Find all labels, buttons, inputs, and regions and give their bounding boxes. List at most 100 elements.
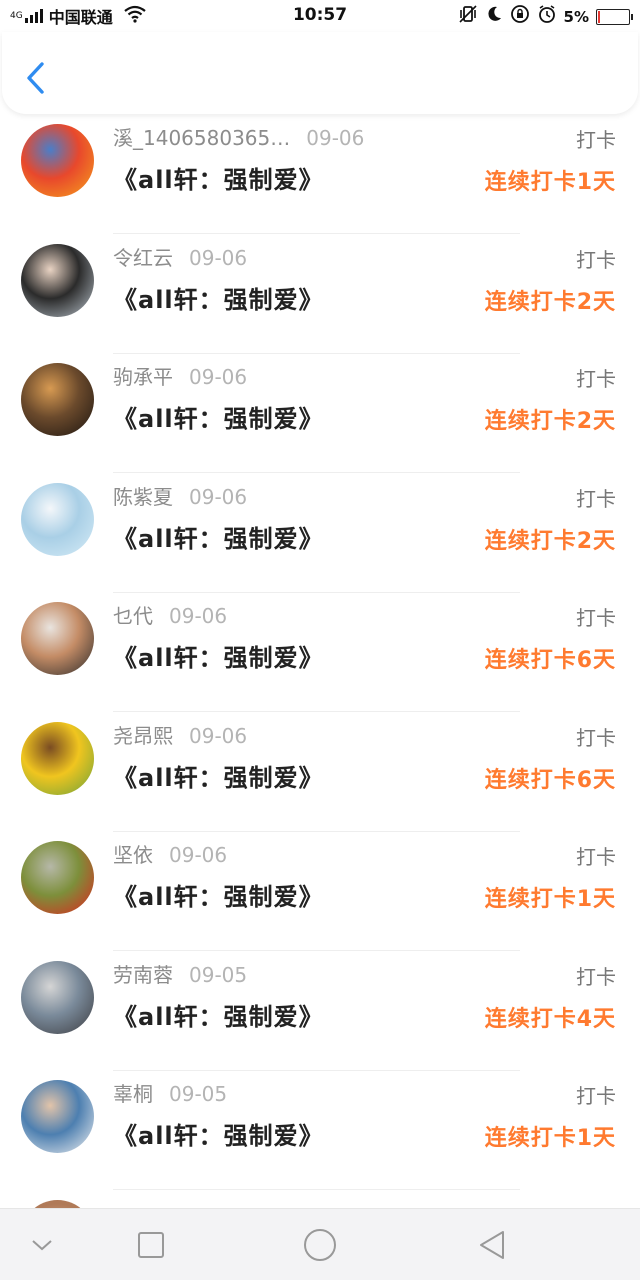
name-date-line: 乜代 09-06 — [113, 600, 227, 629]
streak-label: 连续打卡4天 — [484, 1006, 616, 1032]
name-date-line: 尧昂熙 09-06 — [113, 720, 247, 749]
checkin-date: 09-06 — [169, 604, 228, 628]
signal-icon — [24, 9, 43, 23]
checkin-label: 打卡 — [576, 964, 616, 989]
book-title[interactable]: 《all轩：强制爱》 — [113, 877, 324, 912]
book-title[interactable]: 《all轩：强制爱》 — [113, 758, 324, 793]
checkin-date: 09-05 — [189, 962, 248, 987]
chevron-down-icon — [32, 1240, 52, 1251]
vibrate-icon — [458, 4, 478, 29]
status-left: 4G 中国联通 — [10, 4, 240, 28]
checkin-label: 打卡 — [576, 367, 616, 391]
chevron-left-icon — [27, 62, 44, 94]
name-date-line: 驹承平 09-06 — [113, 361, 247, 390]
streak-label: 连续打卡6天 — [484, 767, 616, 793]
book-title[interactable]: 《all轩：强制爱》 — [113, 997, 324, 1032]
checkin-label: 打卡 — [576, 486, 616, 511]
avatar[interactable] — [21, 1080, 94, 1153]
user-name[interactable]: 坚依 — [113, 839, 153, 868]
checkin-label: 打卡 — [576, 1084, 616, 1108]
streak-label: 连续打卡2天 — [484, 289, 616, 315]
book-title[interactable]: 《all轩：强制爱》 — [113, 519, 324, 554]
checkin-label: 打卡 — [576, 247, 616, 272]
list-item[interactable]: 乜代 09-06 《all轩：强制爱》 打卡连续打卡6天 — [0, 592, 640, 712]
checkin-date: 09-06 — [189, 484, 248, 509]
list-item[interactable]: 令红云 09-06 《all轩：强制爱》 打卡连续打卡2天 — [0, 234, 640, 354]
avatar[interactable] — [21, 1199, 94, 1208]
list-item[interactable]: 溪_1406580365… 09-06 《all轩：强制爱》 打卡连续打卡1天 — [0, 114, 640, 234]
avatar[interactable] — [21, 243, 94, 317]
checkin-date: 09-06 — [169, 843, 228, 867]
book-title[interactable]: 《all轩：强制爱》 — [113, 638, 324, 673]
user-name[interactable]: 溪_1406580365… — [113, 122, 290, 151]
checkin-label: 打卡 — [576, 725, 616, 750]
book-title[interactable]: 《all轩：强制爱》 — [113, 160, 324, 195]
user-name[interactable]: 辜桐 — [113, 1078, 153, 1107]
home-button[interactable] — [300, 1225, 340, 1265]
rotation-lock-icon — [510, 4, 530, 29]
book-title[interactable]: 《all轩：强制爱》 — [113, 1116, 324, 1151]
back-triangle-icon — [480, 1231, 504, 1259]
avatar[interactable] — [21, 721, 94, 795]
collapse-nav-button[interactable] — [22, 1225, 62, 1265]
name-date-line: 劳南蓉 09-05 — [113, 959, 247, 988]
header — [2, 32, 638, 114]
alarm-icon — [537, 4, 557, 29]
name-date-line: 陈紫夏 09-06 — [113, 481, 247, 510]
list-item[interactable]: 尧昂熙 09-06 《all轩：强制爱》 打卡连续打卡6天 — [0, 712, 640, 832]
checkin-label: 打卡 — [576, 845, 616, 869]
recent-apps-button[interactable] — [131, 1225, 171, 1265]
list-item[interactable]: 陈紫夏 09-06 《all轩：强制爱》 打卡连续打卡2天 — [0, 473, 640, 593]
checkin-date: 09-05 — [169, 1082, 228, 1106]
checkin-list: 溪_1406580365… 09-06 《all轩：强制爱》 打卡 连续打卡1天 令红云 0… — [0, 114, 640, 1208]
list-item[interactable]: 坚依 09-06 《all轩：强制爱》 打卡连续打卡1天 — [0, 831, 640, 951]
status-bar: 4G 中国联通 10:57 5% — [0, 0, 640, 32]
list-item[interactable]: 劳南蓉 09-05 《all轩：强制爱》 打卡连续打卡4天 — [0, 951, 640, 1071]
checkin-date: 09-06 — [306, 126, 365, 150]
network-type: 4G — [10, 10, 23, 21]
name-date-line: 辜桐 09-05 — [113, 1078, 227, 1107]
streak-label: 连续打卡1天 — [484, 170, 616, 195]
user-name[interactable]: 乜代 — [113, 600, 153, 629]
user-name[interactable]: 令红云 — [113, 242, 173, 271]
avatar[interactable] — [21, 363, 94, 436]
name-date-line: 溪_1406580365… 09-06 — [113, 122, 364, 151]
wifi-icon — [123, 5, 147, 27]
battery-icon — [596, 8, 633, 25]
moon-icon — [485, 5, 503, 28]
avatar[interactable] — [21, 960, 94, 1034]
system-nav-bar — [0, 1208, 640, 1280]
home-icon — [304, 1229, 336, 1261]
avatar[interactable] — [21, 482, 94, 556]
checkin-date: 09-06 — [189, 365, 248, 389]
checkin-label: 打卡 — [576, 128, 616, 152]
list-item[interactable]: 辜桐 09-05 《all轩：强制爱》 打卡连续打卡1天 — [0, 1070, 640, 1190]
book-title[interactable]: 《all轩：强制爱》 — [113, 399, 324, 434]
user-name[interactable]: 尧昂熙 — [113, 720, 173, 749]
checkin-label: 打卡 — [576, 606, 616, 630]
avatar[interactable] — [21, 841, 94, 914]
name-date-line: 坚依 09-06 — [113, 839, 227, 868]
streak-label: 连续打卡2天 — [484, 409, 616, 434]
carrier-name: 中国联通 — [48, 8, 113, 27]
streak-label: 连续打卡2天 — [484, 528, 616, 554]
checkin-date: 09-06 — [189, 245, 248, 270]
name-date-line: 令红云 09-06 — [113, 242, 247, 271]
status-right: 5% — [458, 4, 633, 29]
checkin-date: 09-06 — [189, 723, 248, 748]
list-item-partial[interactable] — [0, 1190, 640, 1208]
avatar[interactable] — [21, 124, 94, 197]
list-item[interactable]: 驹承平 09-06 《all轩：强制爱》 打卡连续打卡2天 — [0, 353, 640, 473]
streak-label: 连续打卡6天 — [484, 648, 616, 673]
avatar[interactable] — [21, 602, 94, 675]
user-name[interactable]: 驹承平 — [113, 361, 173, 390]
back-button[interactable] — [20, 58, 50, 98]
recent-apps-icon — [138, 1232, 164, 1258]
user-name[interactable]: 劳南蓉 — [113, 959, 173, 988]
back-nav-button[interactable] — [472, 1225, 512, 1265]
streak-label: 连续打卡1天 — [484, 887, 616, 912]
battery-percent: 5% — [563, 7, 589, 26]
user-name[interactable]: 陈紫夏 — [113, 481, 173, 510]
streak-label: 连续打卡1天 — [484, 1126, 616, 1151]
book-title[interactable]: 《all轩：强制爱》 — [113, 280, 324, 315]
